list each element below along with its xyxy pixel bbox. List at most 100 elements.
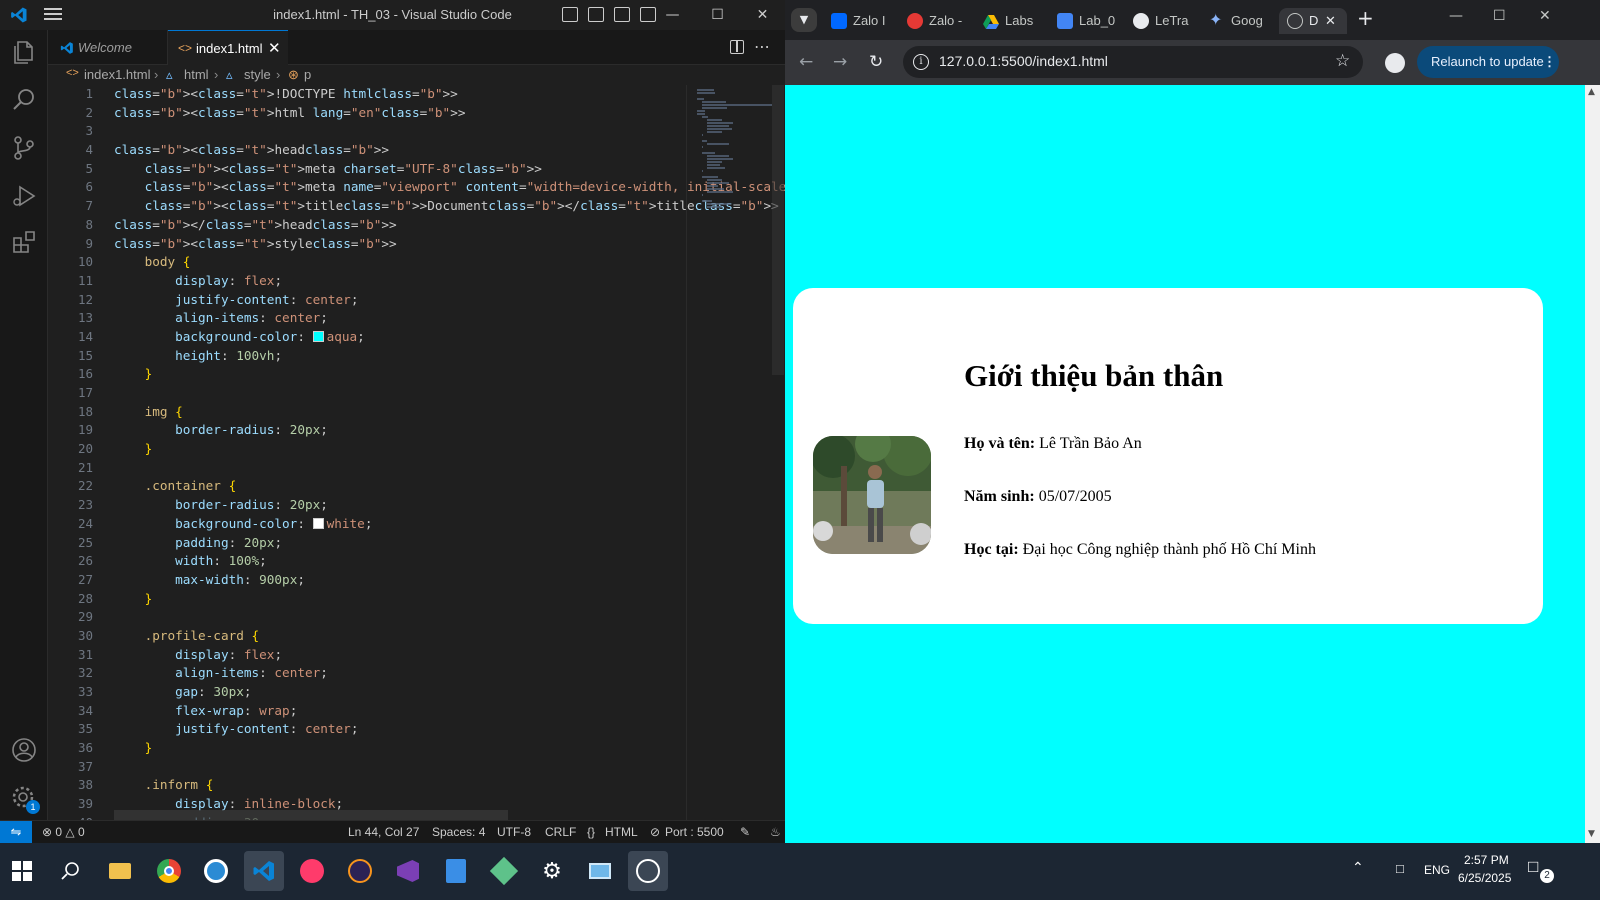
editor-vertical-scrollbar[interactable] bbox=[772, 85, 784, 375]
reload-icon[interactable]: ↻ bbox=[869, 52, 883, 72]
tab-index1-html[interactable]: <> index1.html ✕ bbox=[168, 30, 288, 65]
code-line[interactable] bbox=[114, 758, 694, 777]
cursor-position[interactable]: Ln 44, Col 27 bbox=[348, 825, 419, 839]
code-line[interactable]: border-radius: 20px; bbox=[114, 496, 694, 515]
back-arrow-icon[interactable]: ← bbox=[799, 52, 813, 72]
code-line[interactable] bbox=[114, 459, 694, 478]
breadcrumb-item[interactable]: p bbox=[304, 67, 311, 82]
language-mode[interactable]: HTML bbox=[605, 825, 638, 839]
edge-browser-icon[interactable] bbox=[628, 851, 668, 891]
code-line[interactable]: align-items: center; bbox=[114, 309, 694, 328]
settings-gear-icon[interactable]: ⚙ bbox=[532, 851, 572, 891]
address-bar[interactable]: i 127.0.0.1:5500/index1.html ☆ bbox=[903, 46, 1363, 78]
start-windows-icon[interactable] bbox=[2, 851, 42, 891]
maximize-button[interactable]: ☐ bbox=[1493, 8, 1506, 24]
browser-tab[interactable]: Zalo I bbox=[831, 8, 891, 34]
code-line[interactable]: class="b"></class="t">headclass="b">> bbox=[114, 216, 694, 235]
edge-icon[interactable] bbox=[196, 851, 236, 891]
browser-tab[interactable]: LeTra bbox=[1133, 8, 1193, 34]
code-content[interactable]: class="b"><class="t">!DOCTYPE htmlclass=… bbox=[114, 85, 785, 820]
encoding[interactable]: UTF-8 bbox=[497, 825, 531, 839]
editor-horizontal-scrollbar[interactable] bbox=[114, 810, 508, 820]
indentation[interactable]: Spaces: 4 bbox=[432, 825, 485, 839]
code-line[interactable]: } bbox=[114, 365, 694, 384]
code-line[interactable]: .profile-card { bbox=[114, 627, 694, 646]
minimize-button[interactable]: — bbox=[1449, 8, 1463, 24]
maximize-button[interactable]: ☐ bbox=[695, 4, 740, 26]
breadcrumb-item[interactable]: index1.html bbox=[84, 67, 150, 82]
code-line[interactable]: class="b"><class="t">titleclass="b">>Doc… bbox=[114, 197, 779, 216]
close-tab-icon[interactable]: ✕ bbox=[1325, 8, 1336, 34]
code-line[interactable]: justify-content: center; bbox=[114, 720, 694, 739]
minimap[interactable] bbox=[686, 85, 776, 820]
close-button[interactable]: ✕ bbox=[740, 4, 785, 26]
code-line[interactable]: display: flex; bbox=[114, 272, 694, 291]
extensions-icon[interactable] bbox=[10, 228, 38, 256]
forward-arrow-icon[interactable]: → bbox=[833, 52, 847, 72]
code-line[interactable]: background-color: aqua; bbox=[114, 328, 694, 347]
browser-tab-active[interactable]: D ✕ bbox=[1279, 8, 1347, 34]
code-line[interactable]: display: flex; bbox=[114, 646, 694, 665]
code-line[interactable]: align-items: center; bbox=[114, 664, 694, 683]
chrome-icon[interactable] bbox=[149, 851, 189, 891]
code-line[interactable]: } bbox=[114, 440, 694, 459]
code-line[interactable]: height: 100vh; bbox=[114, 347, 694, 366]
tab-welcome[interactable]: Welcome bbox=[48, 30, 168, 65]
run-debug-icon[interactable] bbox=[10, 182, 38, 210]
breadcrumb-item[interactable]: html bbox=[184, 67, 209, 82]
tab-search-chevron-down-icon[interactable]: ▼ bbox=[791, 8, 817, 32]
close-button[interactable]: ✕ bbox=[1539, 8, 1551, 24]
language-indicator[interactable]: ENG bbox=[1424, 863, 1450, 877]
code-line[interactable]: class="b"><class="t">meta name="viewport… bbox=[114, 178, 785, 197]
source-control-icon[interactable] bbox=[10, 134, 38, 162]
breadcrumb-item[interactable]: style bbox=[244, 67, 271, 82]
code-editor[interactable]: 1 2 3 4 5 6 7 8 9 10 11 12 13 14 15 16 17 18 19 20 21 22 23 24 2… bbox=[48, 85, 785, 820]
color-swatch[interactable] bbox=[312, 517, 324, 529]
toggle-secondary-sidebar-icon[interactable] bbox=[614, 7, 630, 22]
search-icon[interactable] bbox=[10, 86, 38, 114]
profile-avatar-icon[interactable] bbox=[1385, 53, 1405, 73]
code-line[interactable]: flex-wrap: wrap; bbox=[114, 702, 694, 721]
browser-tab[interactable]: Labs bbox=[983, 8, 1043, 34]
line-ending[interactable]: CRLF bbox=[545, 825, 576, 839]
manage-gear-icon[interactable]: 1 bbox=[10, 784, 40, 814]
remote-desktop-icon[interactable] bbox=[580, 851, 620, 891]
code-line[interactable]: .inform { bbox=[114, 776, 694, 795]
network-icon[interactable]: □ bbox=[1396, 861, 1404, 876]
code-line[interactable]: class="b"><class="t">meta charset="UTF-8… bbox=[114, 160, 694, 179]
more-actions-icon[interactable]: ⋯ bbox=[754, 30, 770, 63]
app-installer-icon[interactable] bbox=[436, 851, 476, 891]
color-swatch[interactable] bbox=[312, 330, 324, 342]
code-line[interactable] bbox=[114, 384, 694, 403]
code-line[interactable]: } bbox=[114, 590, 694, 609]
new-tab-button[interactable]: + bbox=[1357, 6, 1374, 30]
code-line[interactable]: background-color: white; bbox=[114, 515, 694, 534]
clock-time[interactable]: 2:57 PM bbox=[1464, 853, 1509, 867]
split-editor-icon[interactable] bbox=[730, 40, 744, 54]
page-scrollbar[interactable]: ▲ ▼ bbox=[1585, 85, 1600, 843]
clock-date[interactable]: 6/25/2025 bbox=[1458, 871, 1511, 885]
notifications-bell-icon[interactable]: ♨ bbox=[770, 825, 781, 839]
live-server-port[interactable]: Port : 5500 bbox=[665, 825, 724, 839]
toggle-panel-icon[interactable] bbox=[588, 7, 604, 22]
site-info-icon[interactable]: i bbox=[913, 54, 929, 70]
code-line[interactable]: class="b"><class="t">!DOCTYPE htmlclass=… bbox=[114, 85, 694, 104]
browser-tab[interactable]: ✦ Goog bbox=[1209, 8, 1269, 34]
explorer-icon[interactable] bbox=[10, 38, 38, 66]
code-line[interactable]: border-radius: 20px; bbox=[114, 421, 694, 440]
code-line[interactable]: padding: 20px; bbox=[114, 534, 694, 553]
scroll-down-arrow-icon[interactable]: ▼ bbox=[1588, 829, 1595, 839]
file-explorer-icon[interactable] bbox=[100, 851, 140, 891]
code-line[interactable]: justify-content: center; bbox=[114, 291, 694, 310]
bookmark-star-icon[interactable]: ☆ bbox=[1335, 51, 1350, 71]
minimize-button[interactable]: — bbox=[650, 4, 695, 26]
remote-indicator-icon[interactable]: ⇋ bbox=[0, 821, 32, 843]
eclipse-icon[interactable] bbox=[340, 851, 380, 891]
search-icon[interactable] bbox=[50, 851, 90, 891]
scroll-up-arrow-icon[interactable]: ▲ bbox=[1588, 87, 1595, 97]
code-line[interactable]: class="b"><class="t">headclass="b">> bbox=[114, 141, 694, 160]
vscode-icon[interactable] bbox=[244, 851, 284, 891]
feedback-icon[interactable]: ✎ bbox=[740, 825, 750, 839]
code-line[interactable]: class="b"><class="t">styleclass="b">> bbox=[114, 235, 694, 254]
chevron-up-icon[interactable]: ⌃ bbox=[1352, 859, 1364, 876]
